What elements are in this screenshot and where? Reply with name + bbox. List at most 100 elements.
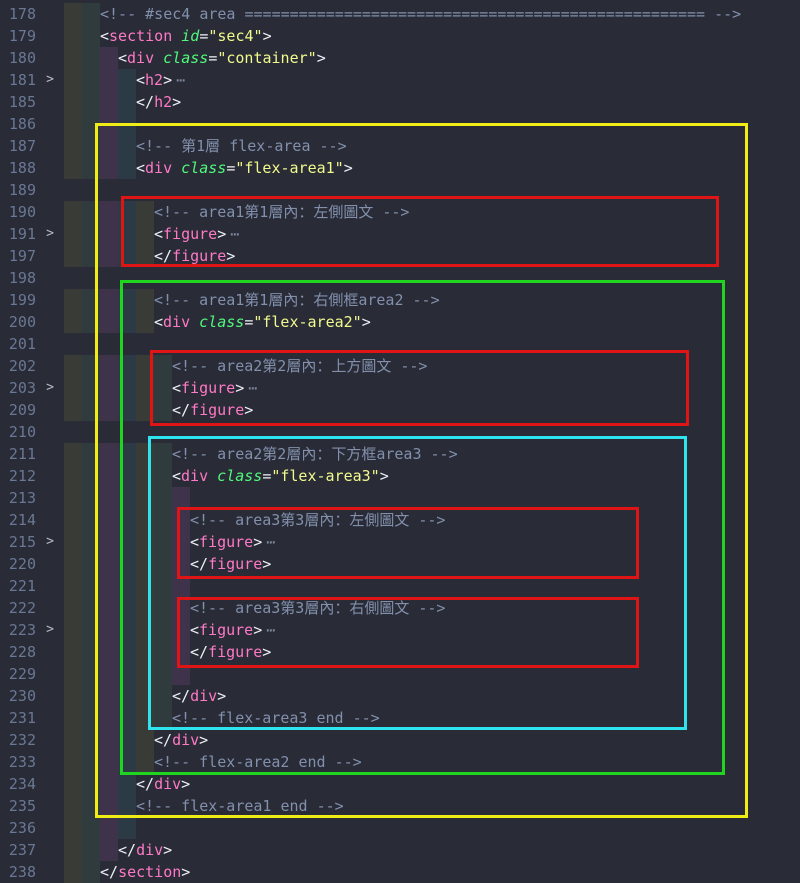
code-line[interactable]: 231<!-- flex-area3 end -->	[0, 707, 800, 729]
folded-code-ellipsis[interactable]: ⋯	[248, 379, 258, 397]
folded-code-ellipsis[interactable]: ⋯	[266, 621, 276, 639]
code-line[interactable]: 234</div>	[0, 773, 800, 795]
code-line[interactable]: 222<!-- area3第3層內：右側圖文 -->	[0, 597, 800, 619]
code-line[interactable]: 230</div>	[0, 685, 800, 707]
code-line[interactable]: 199<!-- area1第1層內：右側框area2 -->	[0, 289, 800, 311]
code-line[interactable]: 209</figure>	[0, 399, 800, 421]
code-content[interactable]: </section>	[64, 861, 800, 883]
code-line[interactable]: 186	[0, 113, 800, 135]
code-line[interactable]: 202<!-- area2第2層內：上方圖文 -->	[0, 355, 800, 377]
fold-gutter-spacer	[36, 399, 64, 421]
code-content[interactable]: <!-- area2第2層內：上方圖文 -->	[64, 355, 800, 377]
folded-code-ellipsis[interactable]: ⋯	[230, 225, 240, 243]
code-content[interactable]: <!-- area2第2層內：下方框area3 -->	[64, 443, 800, 465]
code-content[interactable]: </figure>	[64, 245, 800, 267]
code-content[interactable]: <!-- #sec4 area ========================…	[64, 3, 800, 25]
code-line[interactable]: 191><figure>⋯	[0, 223, 800, 245]
code-content[interactable]: </h2>	[64, 91, 800, 113]
code-line[interactable]: 189	[0, 179, 800, 201]
indent-guide	[118, 113, 136, 135]
code-line[interactable]: 221	[0, 575, 800, 597]
code-content[interactable]	[64, 421, 800, 443]
indent-guide	[82, 861, 100, 883]
code-content[interactable]: </figure>	[64, 399, 800, 421]
code-content[interactable]: <figure>⋯	[64, 531, 800, 553]
line-number: 197	[0, 245, 36, 267]
code-line[interactable]: 235<!-- flex-area1 end -->	[0, 795, 800, 817]
code-content[interactable]: <figure>⋯	[64, 223, 800, 245]
gutter: 203>	[0, 377, 64, 399]
code-content[interactable]: <div class="container">	[64, 47, 800, 69]
code-content[interactable]	[64, 575, 800, 597]
code-line[interactable]: 237</div>	[0, 839, 800, 861]
code-line[interactable]: 215><figure>⋯	[0, 531, 800, 553]
fold-toggle-icon[interactable]: >	[36, 223, 64, 245]
code-content[interactable]: <div class="flex-area1">	[64, 157, 800, 179]
code-line[interactable]: 214<!-- area3第3層內：左側圖文 -->	[0, 509, 800, 531]
code-line[interactable]: 223><figure>⋯	[0, 619, 800, 641]
code-line[interactable]: 179<section id="sec4">	[0, 25, 800, 47]
code-content[interactable]	[64, 267, 800, 289]
indent-guide	[154, 575, 172, 597]
code-line[interactable]: 203><figure>⋯	[0, 377, 800, 399]
folded-code-ellipsis[interactable]: ⋯	[266, 533, 276, 551]
folded-code-ellipsis[interactable]: ⋯	[176, 71, 186, 89]
code-content[interactable]: <div class="flex-area2">	[64, 311, 800, 333]
code-line[interactable]: 228</figure>	[0, 641, 800, 663]
gutter: 186	[0, 113, 64, 135]
code-line[interactable]: 201	[0, 333, 800, 355]
code-line[interactable]: 236	[0, 817, 800, 839]
code-content[interactable]: <section id="sec4">	[64, 25, 800, 47]
code-line[interactable]: 211<!-- area2第2層內：下方框area3 -->	[0, 443, 800, 465]
code-line[interactable]: 232</div>	[0, 729, 800, 751]
code-line[interactable]: 190<!-- area1第1層內：左側圖文 -->	[0, 201, 800, 223]
code-line[interactable]: 198	[0, 267, 800, 289]
code-content[interactable]: </div>	[64, 685, 800, 707]
code-content[interactable]: <!-- area1第1層內：左側圖文 -->	[64, 201, 800, 223]
code-content[interactable]: <!-- flex-area1 end -->	[64, 795, 800, 817]
code-content[interactable]	[64, 817, 800, 839]
fold-toggle-icon[interactable]: >	[36, 377, 64, 399]
code-line[interactable]: 233<!-- flex-area2 end -->	[0, 751, 800, 773]
code-content[interactable]: </div>	[64, 773, 800, 795]
code-content[interactable]: </div>	[64, 839, 800, 861]
code-content[interactable]	[64, 487, 800, 509]
code-content[interactable]: <!-- area3第3層內：右側圖文 -->	[64, 597, 800, 619]
code-line[interactable]: 212<div class="flex-area3">	[0, 465, 800, 487]
code-content[interactable]: <div class="flex-area3">	[64, 465, 800, 487]
code-content[interactable]: <figure>⋯	[64, 377, 800, 399]
code-line[interactable]: 213	[0, 487, 800, 509]
code-content[interactable]	[64, 113, 800, 135]
code-line[interactable]: 185</h2>	[0, 91, 800, 113]
code-content[interactable]	[64, 663, 800, 685]
code-content[interactable]	[64, 179, 800, 201]
code-line[interactable]: 210	[0, 421, 800, 443]
fold-toggle-icon[interactable]: >	[36, 69, 64, 91]
code-content[interactable]: </div>	[64, 729, 800, 751]
code-content[interactable]: <!-- flex-area2 end -->	[64, 751, 800, 773]
code-line[interactable]: 188<div class="flex-area1">	[0, 157, 800, 179]
code-content[interactable]: <!-- 第1層 flex-area -->	[64, 135, 800, 157]
code-line[interactable]: 178<!-- #sec4 area =====================…	[0, 3, 800, 25]
code-line[interactable]: 238</section>	[0, 861, 800, 883]
code-content[interactable]: <!-- flex-area3 end -->	[64, 707, 800, 729]
code-line[interactable]: 197 </figure>	[0, 245, 800, 267]
code-content[interactable]: </figure>	[64, 641, 800, 663]
code-line[interactable]: 180<div class="container">	[0, 47, 800, 69]
code-line[interactable]: 200<div class="flex-area2">	[0, 311, 800, 333]
code-line[interactable]: 187<!-- 第1層 flex-area -->	[0, 135, 800, 157]
code-content[interactable]: <!-- area1第1層內：右側框area2 -->	[64, 289, 800, 311]
code-line[interactable]: 229	[0, 663, 800, 685]
code-content[interactable]: <figure>⋯	[64, 619, 800, 641]
code-content[interactable]: </figure>	[64, 553, 800, 575]
code-content[interactable]: <!-- area3第3層內：左側圖文 -->	[64, 509, 800, 531]
fold-gutter-spacer	[36, 91, 64, 113]
code-content[interactable]	[64, 333, 800, 355]
code-content[interactable]: <h2>⋯	[64, 69, 800, 91]
code-line[interactable]: 181><h2>⋯	[0, 69, 800, 91]
code-line[interactable]: 220</figure>	[0, 553, 800, 575]
fold-toggle-icon[interactable]: >	[36, 619, 64, 641]
code-token: class	[181, 159, 226, 177]
fold-toggle-icon[interactable]: >	[36, 531, 64, 553]
comment-token: <!-- flex-area1 end -->	[136, 797, 344, 815]
